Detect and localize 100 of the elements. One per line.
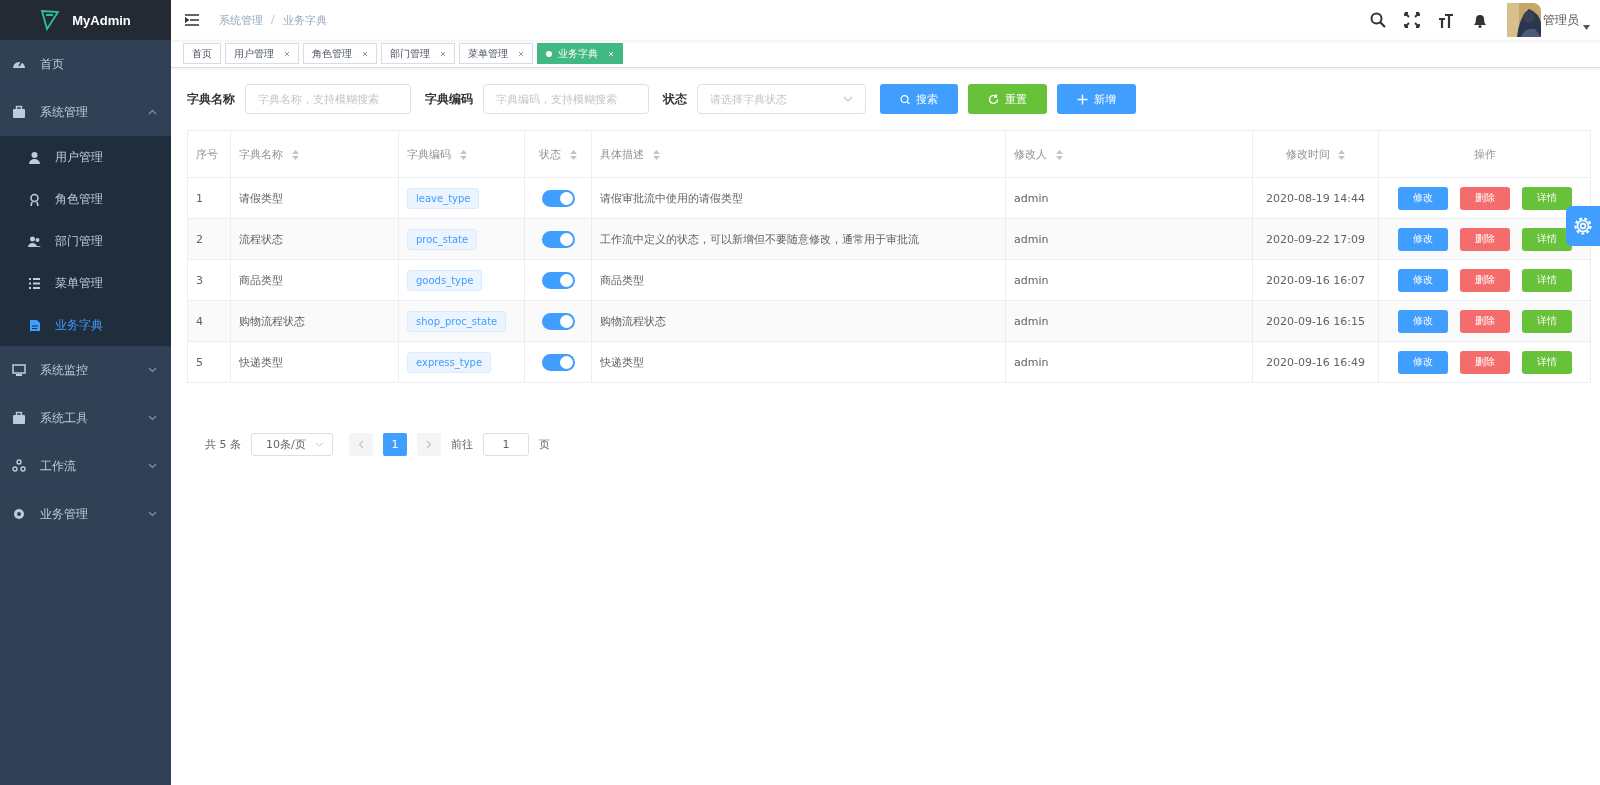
page-tab[interactable]: 首页 (183, 43, 221, 64)
status-switch[interactable] (541, 230, 575, 248)
table-cell: 3 (196, 273, 203, 287)
column-header[interactable]: 具体描述 (600, 147, 644, 161)
edit-button[interactable]: 修改 (1397, 268, 1448, 292)
column-header[interactable]: 修改人 (1014, 147, 1047, 161)
submenu-item[interactable]: 菜单管理 (0, 262, 171, 304)
fullscreen-icon[interactable] (1404, 12, 1420, 28)
search-icon[interactable] (1370, 12, 1386, 28)
submenu-item[interactable]: 用户管理 (0, 136, 171, 178)
chevron-icon (843, 96, 853, 102)
menu-item[interactable]: 工作流 (0, 442, 171, 490)
briefcase-icon (12, 411, 26, 425)
edit-button[interactable]: 修改 (1397, 186, 1448, 210)
menu-label: 业务管理 (40, 505, 89, 523)
delete-button[interactable]: 删除 (1459, 227, 1510, 251)
table-cell: admin (1014, 273, 1049, 287)
page-tab[interactable]: 角色管理 (303, 43, 377, 64)
delete-button[interactable]: 删除 (1459, 309, 1510, 333)
sort-icon[interactable] (569, 149, 577, 160)
menu-item[interactable]: 系统管理 (0, 88, 171, 136)
page-tab[interactable]: 菜单管理 (459, 43, 533, 64)
reset-button[interactable]: 重置 (968, 84, 1047, 114)
filter-label: 字典名称 (187, 90, 235, 108)
details-button[interactable]: 详情 (1521, 350, 1572, 374)
tab-label: 菜单管理 (468, 46, 508, 61)
user-name[interactable]: 管理员 (1543, 11, 1579, 29)
sort-icon[interactable] (459, 149, 467, 160)
close-icon[interactable] (440, 50, 446, 57)
details-button[interactable]: 详情 (1521, 309, 1572, 333)
details-button[interactable]: 详情 (1521, 227, 1572, 251)
table-cell: 2020-09-16 16:15 (1265, 314, 1366, 328)
list-icon (28, 276, 41, 290)
sort-icon[interactable] (652, 149, 660, 160)
column-header[interactable]: 状态 (539, 147, 562, 161)
active-dot-icon (546, 50, 552, 57)
total-count: 共 5 条 (205, 437, 241, 452)
column-header[interactable]: 字典编码 (407, 147, 451, 161)
close-icon[interactable] (518, 50, 524, 57)
search-icon (900, 93, 910, 105)
edit-button[interactable]: 修改 (1397, 227, 1448, 251)
breadcrumb-item[interactable]: 系统管理 (219, 12, 263, 28)
sort-icon[interactable] (1055, 149, 1063, 160)
menu-item[interactable]: 业务管理 (0, 490, 171, 538)
menu-item[interactable]: 系统工具 (0, 394, 171, 442)
search-field[interactable]: 字典名称，支持模糊搜索 (245, 84, 411, 114)
menu-label: 系统工具 (40, 409, 89, 427)
menu-label: 首页 (40, 55, 65, 73)
delete-button[interactable]: 删除 (1459, 350, 1510, 374)
close-icon[interactable] (284, 50, 290, 57)
page-size-select[interactable]: 10条/页 (251, 433, 333, 456)
column-header[interactable]: 字典名称 (239, 147, 283, 161)
submenu-item[interactable]: 角色管理 (0, 178, 171, 220)
page-button[interactable]: 1 (383, 433, 407, 456)
chevron-icon (315, 442, 324, 447)
status-switch[interactable] (541, 312, 575, 330)
page-jump-field[interactable]: 1 (483, 433, 529, 456)
bell-icon[interactable] (1472, 12, 1487, 28)
status-switch[interactable] (541, 353, 575, 371)
table-cell: 商品类型 (239, 273, 283, 287)
edit-button[interactable]: 修改 (1397, 350, 1448, 374)
chevron-icon (148, 511, 157, 517)
page-size-value: 10条/页 (266, 437, 306, 452)
sort-icon[interactable] (1338, 149, 1346, 160)
briefcase-icon (12, 105, 26, 119)
menu-label: 角色管理 (55, 190, 104, 208)
breadcrumb-separator: / (271, 12, 275, 28)
jump-suffix: 页 (539, 437, 550, 452)
page-tab[interactable]: 部门管理 (381, 43, 455, 64)
delete-button[interactable]: 删除 (1459, 186, 1510, 210)
submenu-item[interactable]: 业务字典 (0, 304, 171, 346)
details-button[interactable]: 详情 (1521, 186, 1572, 210)
edit-button[interactable]: 修改 (1397, 309, 1448, 333)
search-field[interactable]: 字典编码，支持模糊搜索 (483, 84, 649, 114)
close-icon[interactable] (362, 50, 368, 57)
search-button[interactable]: 搜索 (880, 84, 958, 114)
details-button[interactable]: 详情 (1521, 268, 1572, 292)
caret-icon[interactable] (1583, 24, 1590, 30)
column-header[interactable]: 修改时间 (1285, 147, 1330, 161)
submenu-item[interactable]: 部门管理 (0, 220, 171, 262)
table-cell: 5 (196, 355, 203, 369)
menu-item[interactable]: 首页 (0, 40, 171, 88)
table-cell: 1 (196, 191, 203, 205)
page-tab[interactable]: 业务字典 (537, 43, 623, 64)
page-tab[interactable]: 用户管理 (225, 43, 299, 64)
delete-button[interactable]: 删除 (1459, 268, 1510, 292)
menu-toggle-icon[interactable] (185, 14, 199, 26)
table-cell: 2020-09-16 16:07 (1265, 273, 1366, 287)
sort-icon[interactable] (291, 149, 299, 160)
status-switch[interactable] (541, 189, 575, 207)
status-switch[interactable] (541, 271, 575, 289)
chevron-icon (148, 463, 157, 469)
menu-item[interactable]: 系统监控 (0, 346, 171, 394)
font-size-icon[interactable] (1438, 12, 1454, 28)
chevron-icon (148, 367, 157, 373)
code-tag: proc_state (407, 228, 478, 250)
add-button[interactable]: 新增 (1057, 84, 1136, 114)
table-cell: 购物流程状态 (600, 314, 666, 328)
menu-label: 部门管理 (55, 232, 104, 250)
settings-button[interactable] (1566, 206, 1600, 246)
